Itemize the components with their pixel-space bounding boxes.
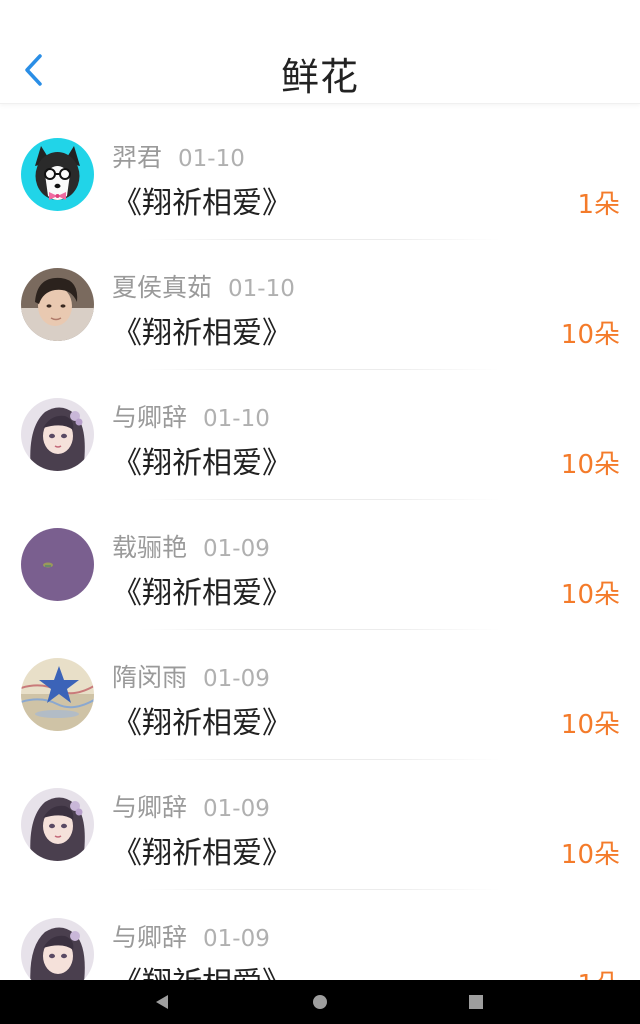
date: 01-09 <box>203 926 270 952</box>
anime-girl-avatar-icon <box>21 788 94 861</box>
triangle-back-icon <box>156 995 168 1009</box>
avatar[interactable] <box>21 138 94 211</box>
avatar[interactable] <box>21 658 94 731</box>
circle-home-icon <box>313 995 327 1009</box>
user-name: 隋闵雨 01-09 <box>112 663 270 692</box>
husky-avatar-icon <box>21 138 94 211</box>
nav-recents-button[interactable] <box>462 988 490 1016</box>
list-item[interactable]: 羿君 01-10 《翔祈相爱》 1朵 <box>0 110 640 240</box>
avatar[interactable] <box>21 528 94 601</box>
date: 01-10 <box>178 146 245 172</box>
book-title: 《翔祈相爱》 <box>112 446 292 481</box>
square-recents-icon <box>469 995 483 1009</box>
list-item[interactable]: 与卿辞 01-09 《翔祈相爱》 10朵 <box>0 760 640 890</box>
list-item[interactable]: 夏侯真茹 01-10 《翔祈相爱》 10朵 <box>0 240 640 370</box>
user-name: 羿君 01-10 <box>112 143 245 172</box>
flower-count: 10朵 <box>560 450 620 480</box>
anime-girl-avatar-icon <box>21 918 94 980</box>
flower-count: 10朵 <box>560 840 620 870</box>
flower-count: 1朵 <box>577 964 620 980</box>
flower-count: 10朵 <box>560 580 620 610</box>
date: 01-09 <box>203 666 270 692</box>
avatar[interactable] <box>21 268 94 341</box>
star-avatar-icon <box>21 658 94 731</box>
flower-count: 10朵 <box>560 320 620 350</box>
page-title: 鲜花 <box>280 55 359 99</box>
date: 01-10 <box>203 406 270 432</box>
user-name: 与卿辞 01-09 <box>112 923 270 952</box>
book-title: 《翔祈相爱》 <box>112 836 292 871</box>
date: 01-10 <box>228 276 295 302</box>
book-title: 《翔祈相爱》 <box>112 958 292 980</box>
nav-home-button[interactable] <box>306 988 334 1016</box>
avatar[interactable] <box>21 398 94 471</box>
flower-count: 10朵 <box>560 710 620 740</box>
book-title: 《翔祈相爱》 <box>112 706 292 741</box>
date: 01-09 <box>203 796 270 822</box>
avatar[interactable] <box>21 918 94 980</box>
purple-avatar-icon <box>21 528 94 601</box>
system-nav-bar <box>0 980 640 1024</box>
nav-back-button[interactable] <box>148 988 176 1016</box>
flower-count: 1朵 <box>577 190 620 220</box>
date: 01-09 <box>203 536 270 562</box>
avatar[interactable] <box>21 788 94 861</box>
user-name: 与卿辞 01-10 <box>112 403 270 432</box>
user-name: 载骊艳 01-09 <box>112 533 270 562</box>
book-title: 《翔祈相爱》 <box>112 576 292 611</box>
boy-avatar-icon <box>21 268 94 341</box>
list-item[interactable]: 与卿辞01-09 《翔祈相爱》 1朵 <box>0 890 640 980</box>
book-title: 《翔祈相爱》 <box>112 186 292 221</box>
top-bar: 鲜花 <box>0 0 640 104</box>
list-item[interactable]: 与卿辞 01-10 《翔祈相爱》 10朵 <box>0 370 640 500</box>
flower-list: 羿君01-10 《翔祈相爱》 1朵 夏侯真茹01-10 《翔祈相爱》 10朵 <box>0 110 640 980</box>
user-name: 与卿辞 01-09 <box>112 793 270 822</box>
anime-girl-avatar-icon <box>21 398 94 471</box>
user-name: 夏侯真茹 01-10 <box>112 273 295 302</box>
list-item[interactable]: 隋闵雨 01-09 《翔祈相爱》 10朵 <box>0 630 640 760</box>
list-item[interactable]: 载骊艳 01-09 《翔祈相爱》 10朵 <box>0 500 640 630</box>
book-title: 《翔祈相爱》 <box>112 316 292 351</box>
